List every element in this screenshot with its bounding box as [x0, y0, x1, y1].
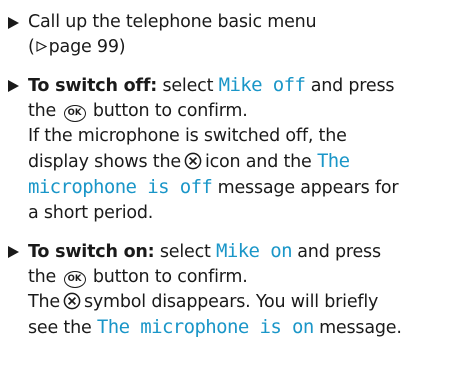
microphone-off-icon	[63, 292, 81, 310]
step-text: the	[28, 101, 57, 121]
microphone-off-icon	[184, 152, 202, 170]
step-switch-on: To switch on: select Mike on and press t…	[6, 239, 463, 341]
step-text: select	[159, 242, 211, 262]
step-bullet-icon	[8, 17, 19, 29]
step-call-up-menu: Call up the telephone basic menu ( page 9…	[6, 10, 463, 60]
ok-button-icon: OK	[63, 105, 86, 122]
page-reference: page 99)	[48, 37, 126, 57]
step-text: the	[28, 267, 57, 287]
page-reference-triangle-icon	[36, 41, 47, 52]
step-text: icon and the	[204, 152, 312, 172]
step-text: button to confirm.	[92, 101, 248, 121]
display-message: microphone is off	[28, 176, 213, 198]
display-menu-item: Mike off	[218, 74, 306, 96]
step-text: see the	[28, 318, 92, 338]
page-reference-open: (	[28, 37, 35, 57]
step-bullet-icon	[8, 246, 19, 258]
step-text: select	[162, 76, 214, 96]
display-message: The microphone is on	[96, 316, 314, 338]
step-text: and press	[310, 76, 395, 96]
step-text: symbol disappears. You will briefly	[83, 292, 379, 312]
step-bullet-icon	[8, 80, 19, 92]
step-text: a short period.	[28, 203, 154, 223]
step-title: To switch on:	[28, 242, 155, 262]
step-text: message appears for	[217, 178, 399, 198]
step-text: message.	[319, 318, 402, 338]
step-text: If the microphone is switched off, the	[28, 126, 347, 146]
step-title: To switch off:	[28, 76, 158, 96]
display-message: The	[316, 150, 350, 172]
step-text: and press	[297, 242, 381, 262]
step-text: display shows the	[28, 152, 181, 172]
instruction-page: Call up the telephone basic menu ( page 9…	[0, 0, 463, 385]
display-menu-item: Mike on	[216, 240, 292, 262]
step-text: button to confirm.	[92, 267, 248, 287]
step-text: The	[28, 292, 60, 312]
ok-button-icon: OK	[63, 271, 86, 288]
step-text: Call up the telephone basic menu	[28, 12, 317, 32]
step-switch-off: To switch off: select Mike off and press…	[6, 73, 463, 226]
